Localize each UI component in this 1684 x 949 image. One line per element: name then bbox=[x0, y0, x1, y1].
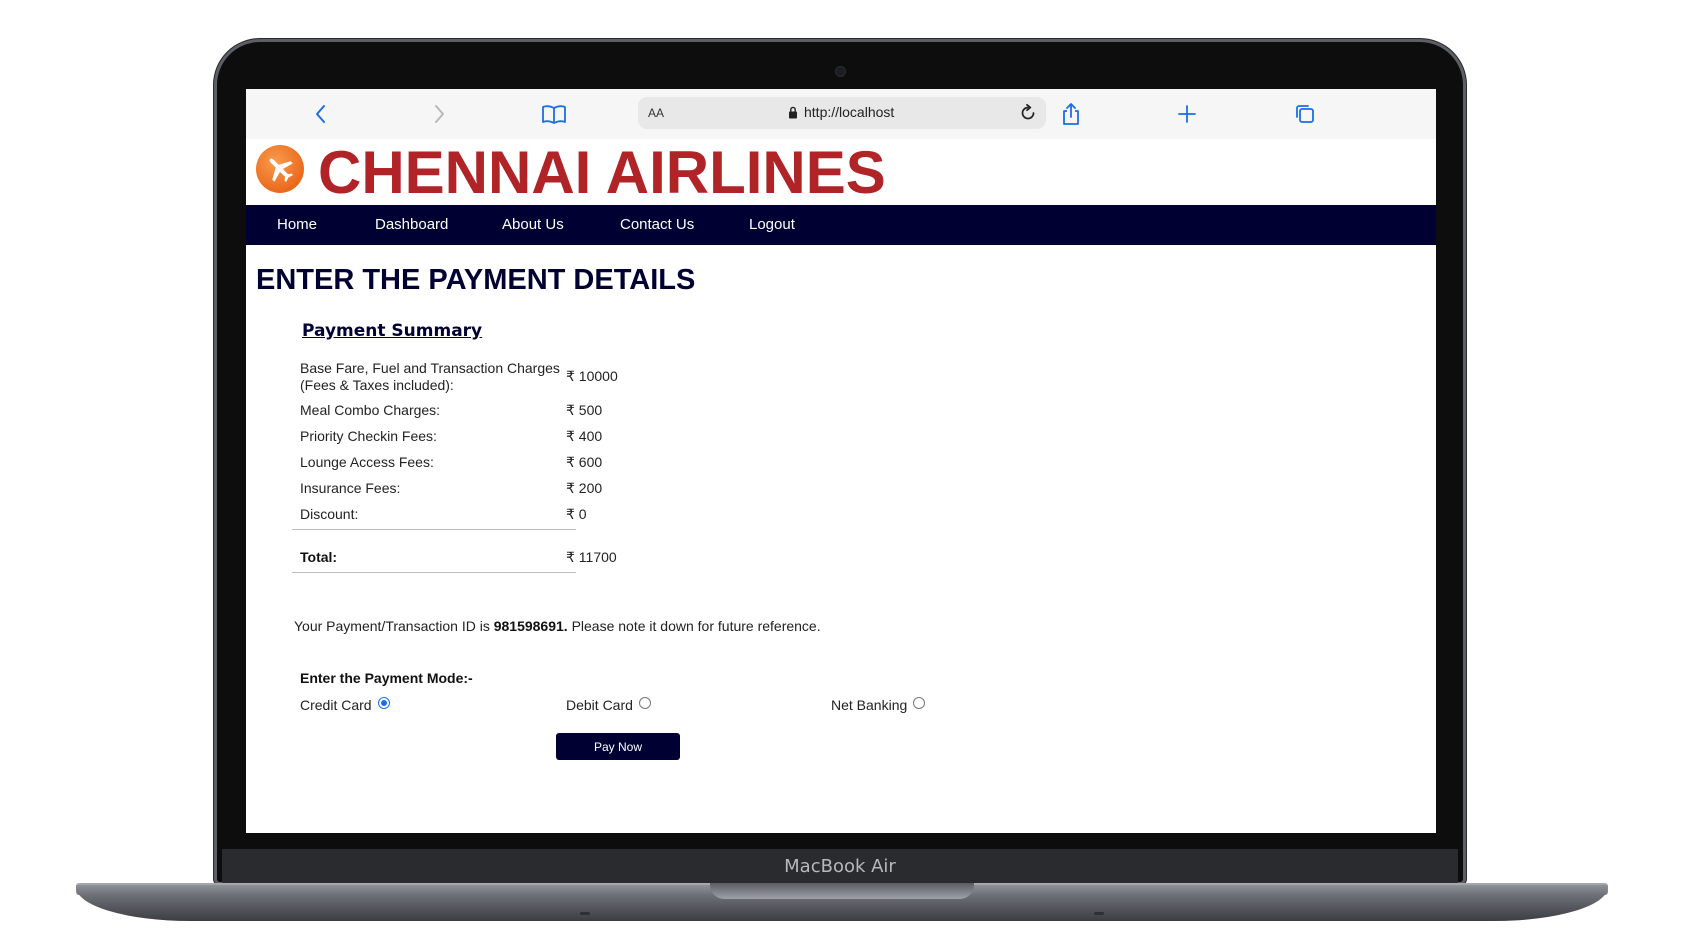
radio-net-banking[interactable]: Net Banking bbox=[831, 697, 926, 713]
laptop-foot-left bbox=[580, 912, 590, 915]
page-title: ENTER THE PAYMENT DETAILS bbox=[256, 264, 696, 296]
summary-value-lounge: ₹ 600 bbox=[566, 454, 603, 470]
radio-credit-card-label: Credit Card bbox=[300, 697, 372, 713]
summary-label-discount: Discount: bbox=[300, 506, 359, 522]
text-size-button[interactable]: AA bbox=[648, 106, 664, 120]
transaction-note: Your Payment/Transaction ID is 981598691… bbox=[294, 618, 821, 634]
summary-value-discount: ₹ 0 bbox=[566, 506, 587, 522]
summary-label-lounge: Lounge Access Fees: bbox=[300, 454, 434, 470]
back-icon[interactable] bbox=[306, 99, 336, 129]
summary-value-meal: ₹ 500 bbox=[566, 402, 603, 418]
nav-contact-us[interactable]: Contact Us bbox=[620, 216, 694, 233]
radio-credit-card-control[interactable] bbox=[377, 697, 390, 709]
share-icon[interactable] bbox=[1056, 99, 1086, 129]
forward-icon[interactable] bbox=[424, 99, 454, 129]
screen: AA http://localhost CHENNAI AIRLINES Hom… bbox=[246, 89, 1436, 833]
nav-home[interactable]: Home bbox=[277, 216, 317, 233]
summary-value-insurance: ₹ 200 bbox=[566, 480, 603, 496]
summary-total-value: ₹ 11700 bbox=[566, 549, 617, 565]
camera bbox=[835, 66, 846, 77]
reload-icon[interactable] bbox=[1018, 103, 1038, 128]
radio-net-banking-label: Net Banking bbox=[831, 697, 908, 713]
nav-dashboard[interactable]: Dashboard bbox=[375, 216, 448, 233]
brand-title[interactable]: CHENNAI AIRLINES bbox=[318, 138, 886, 207]
summary-value-base-fare: ₹ 10000 bbox=[566, 368, 618, 384]
summary-label-priority: Priority Checkin Fees: bbox=[300, 428, 437, 444]
summary-value-priority: ₹ 400 bbox=[566, 428, 603, 444]
summary-divider-bottom bbox=[292, 572, 576, 573]
url-text: http://localhost bbox=[804, 104, 895, 120]
summary-total-label: Total: bbox=[300, 549, 338, 565]
radio-debit-card[interactable]: Debit Card bbox=[566, 697, 651, 713]
bookmarks-icon[interactable] bbox=[539, 99, 569, 129]
radio-credit-card[interactable]: Credit Card bbox=[300, 697, 390, 713]
summary-label-insurance: Insurance Fees: bbox=[300, 480, 401, 496]
summary-label-base-fare: Base Fare, Fuel and Transaction Charges … bbox=[300, 360, 560, 393]
payment-summary-heading: Payment Summary bbox=[302, 321, 483, 341]
site-header: CHENNAI AIRLINES bbox=[246, 138, 1436, 207]
new-tab-icon[interactable] bbox=[1172, 99, 1202, 129]
radio-net-banking-control[interactable] bbox=[913, 697, 926, 709]
browser-toolbar: AA http://localhost bbox=[246, 89, 1436, 140]
radio-debit-card-label: Debit Card bbox=[566, 697, 633, 713]
airplane-logo-icon[interactable] bbox=[256, 145, 304, 193]
tabs-overview-icon[interactable] bbox=[1290, 99, 1320, 129]
laptop-foot-right bbox=[1094, 912, 1104, 915]
summary-divider-top bbox=[292, 529, 576, 530]
main-navbar: Home Dashboard About Us Contact Us Logou… bbox=[246, 205, 1436, 245]
transaction-id: 981598691. bbox=[493, 618, 568, 634]
laptop-model-label: MacBook Air bbox=[222, 849, 1458, 885]
lock-icon bbox=[789, 106, 797, 118]
summary-label-meal: Meal Combo Charges: bbox=[300, 402, 441, 418]
transaction-note-prefix: Your Payment/Transaction ID is bbox=[294, 618, 494, 634]
transaction-note-suffix: Please note it down for future reference… bbox=[567, 618, 821, 634]
nav-logout[interactable]: Logout bbox=[749, 216, 795, 233]
nav-about-us[interactable]: About Us bbox=[502, 216, 564, 233]
payment-mode-heading: Enter the Payment Mode:- bbox=[300, 670, 473, 686]
pay-now-button[interactable]: Pay Now bbox=[556, 733, 680, 760]
address-bar[interactable]: AA http://localhost bbox=[638, 97, 1046, 129]
url-display[interactable]: http://localhost bbox=[788, 104, 894, 120]
laptop-hinge-notch bbox=[710, 883, 974, 899]
radio-debit-card-control[interactable] bbox=[638, 697, 651, 709]
